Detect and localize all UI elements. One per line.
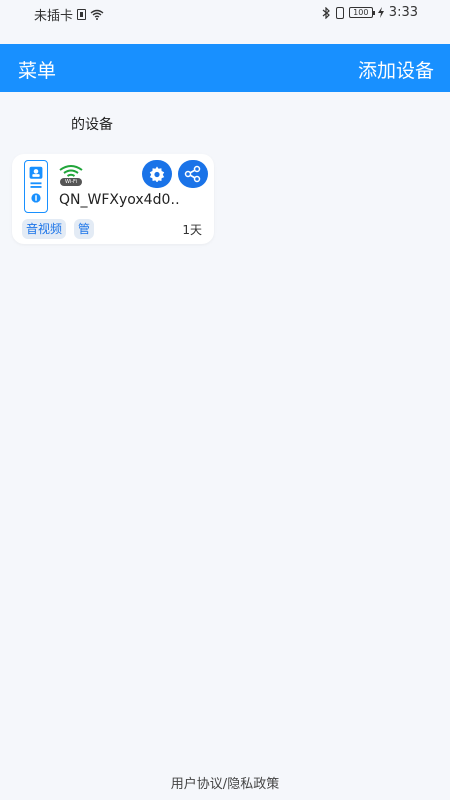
user-agreement-link[interactable]: 用户协议	[171, 777, 223, 792]
wifi-signal-icon: Wi-Fi	[58, 164, 84, 186]
menu-button[interactable]: 菜单	[18, 56, 56, 83]
doorbell-device-icon	[24, 160, 48, 213]
gear-icon	[149, 166, 165, 182]
status-right: 100 3:33	[322, 5, 418, 20]
sim-icon	[77, 9, 87, 20]
status-time: 3:33	[388, 5, 418, 20]
device-card[interactable]: Wi-Fi QN_WFXyox4d0… 音视频 管 1天	[12, 154, 214, 244]
battery-icon: 100	[348, 7, 375, 18]
wifi-status-icon	[90, 9, 104, 20]
tag-audio-video: 音视频	[22, 219, 67, 239]
tag-admin: 管	[74, 219, 95, 239]
wifi-badge: Wi-Fi	[60, 178, 82, 186]
share-icon	[184, 165, 201, 183]
bluetooth-icon	[322, 6, 330, 19]
section-title: 的设备	[71, 117, 113, 133]
privacy-policy-link[interactable]: 隐私政策	[227, 777, 279, 792]
vibrate-icon	[335, 6, 344, 19]
charging-icon	[377, 7, 384, 18]
carrier-text: 未插卡	[34, 9, 74, 24]
app-header: 菜单 添加设备	[0, 44, 450, 92]
online-duration: 1天	[182, 223, 202, 237]
device-settings-button[interactable]	[142, 160, 172, 188]
footer-links: 用户协议/隐私政策	[0, 773, 450, 792]
device-share-button[interactable]	[178, 160, 208, 188]
add-device-button[interactable]: 添加设备	[358, 56, 434, 83]
status-bar: 未插卡 100 3:33	[0, 0, 450, 26]
device-name: QN_WFXyox4d0…	[59, 192, 179, 208]
status-left: 未插卡	[34, 5, 104, 24]
